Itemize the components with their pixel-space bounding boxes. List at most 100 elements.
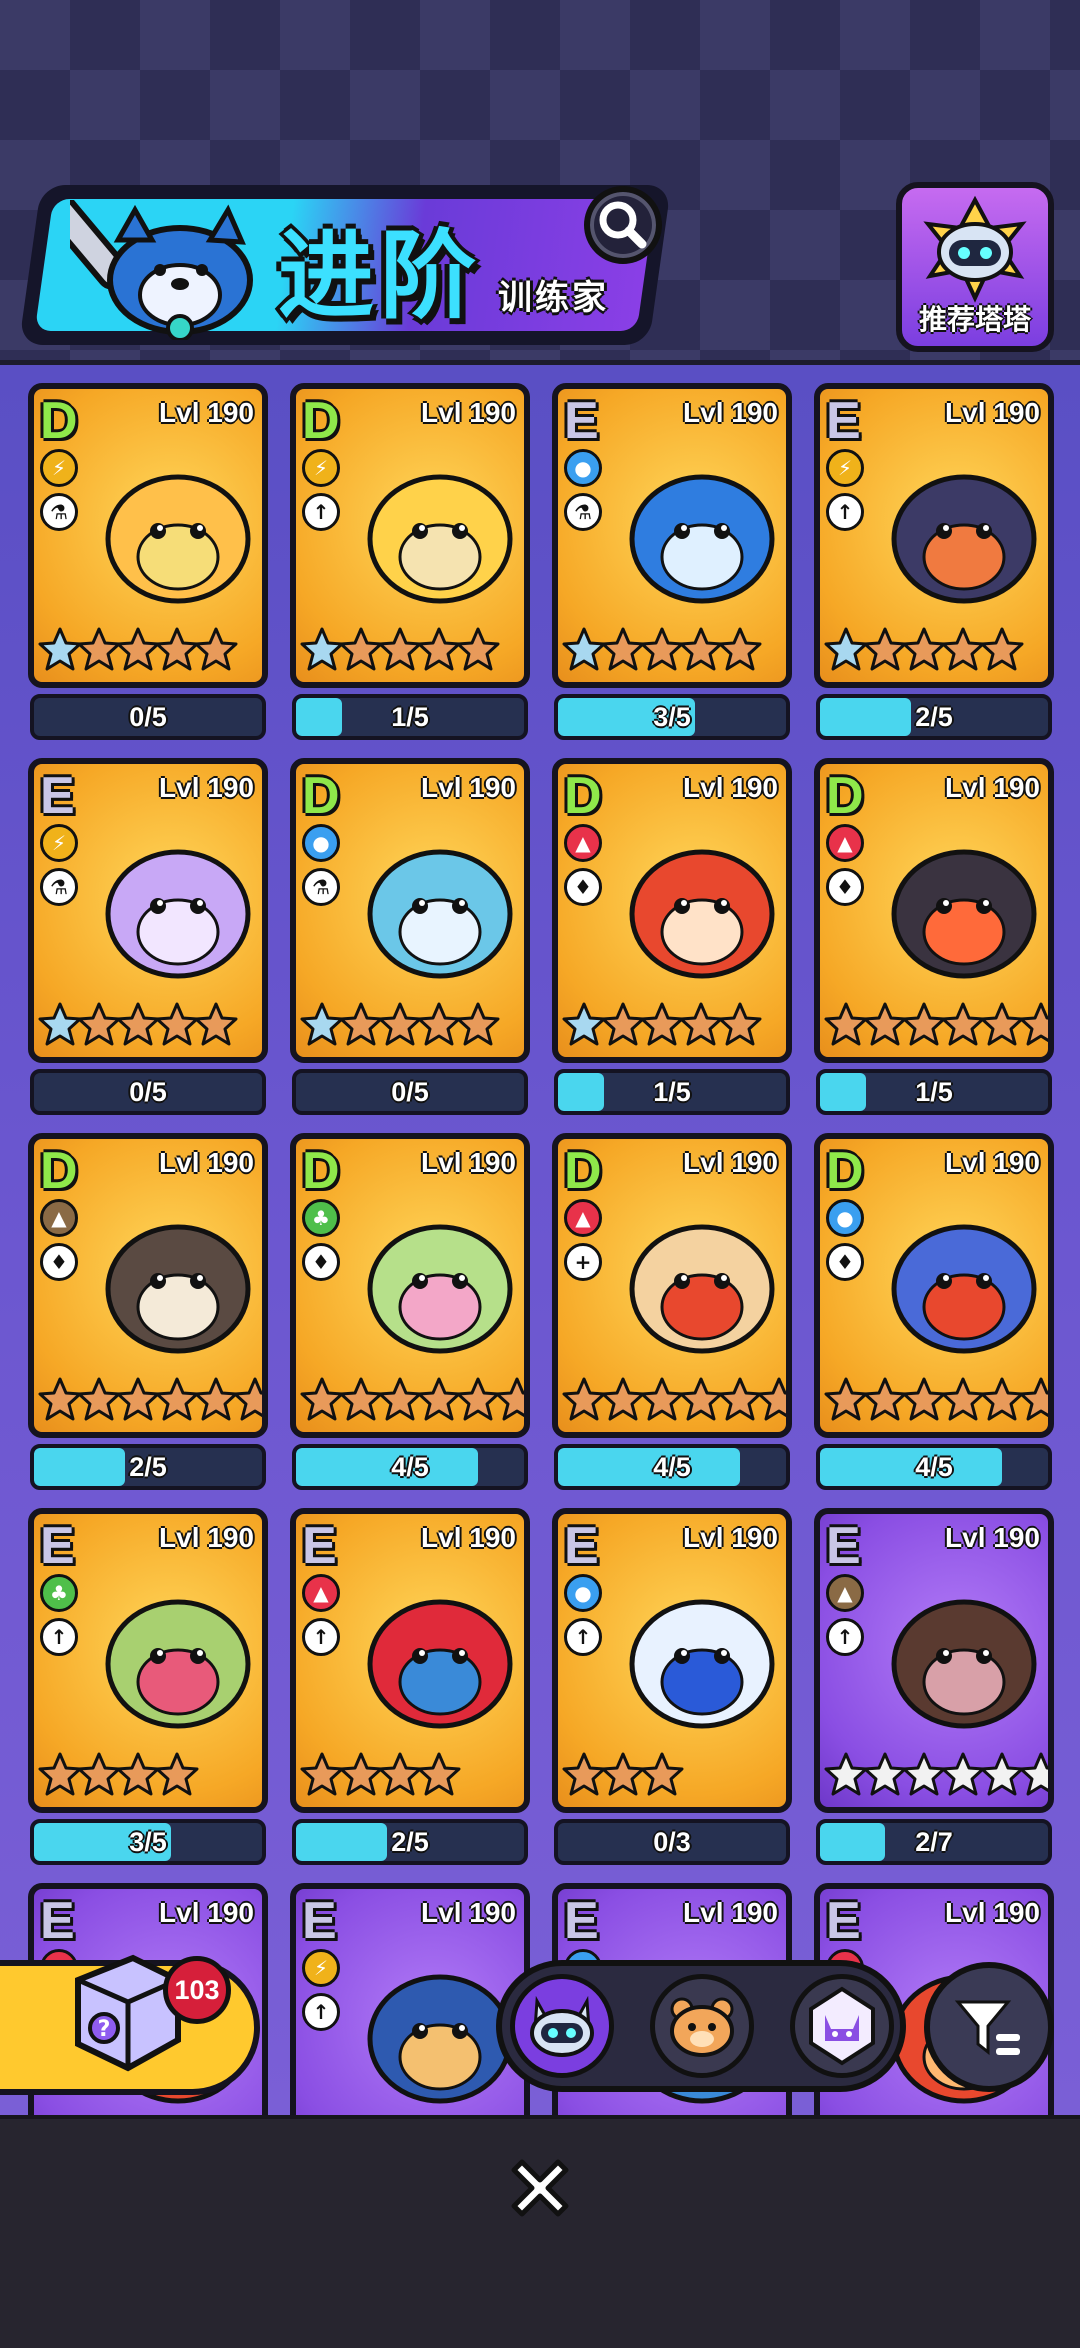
- star-rating: [300, 1745, 461, 1805]
- card-level: Lvl 190: [683, 1147, 778, 1178]
- bear-face-icon: [670, 1997, 734, 2057]
- creature-portrait-icon: [891, 849, 1037, 979]
- card-grade: E: [302, 1517, 337, 1575]
- progress-bar: 1/5: [292, 694, 528, 740]
- creature-card[interactable]: D Lvl 190 ● ⚗: [290, 758, 530, 1063]
- lightning-element-icon: ⚡: [40, 824, 78, 862]
- flask-role-icon: ⚗: [564, 493, 602, 531]
- runner-role-icon: ↑: [302, 1993, 340, 2031]
- search-button[interactable]: [584, 186, 662, 264]
- creature-portrait-icon: [891, 474, 1037, 604]
- fire-element-icon: ▲: [564, 1199, 602, 1237]
- star-rating: [300, 1370, 524, 1430]
- tab-robot-cat[interactable]: [510, 1974, 614, 2078]
- creature-card[interactable]: D Lvl 190 ♣ ♦: [290, 1133, 530, 1438]
- progress-label: 2/7: [915, 1827, 953, 1857]
- fire-element-icon: ▲: [826, 824, 864, 862]
- creature-portrait-icon: [367, 849, 513, 979]
- creature-card[interactable]: E Lvl 190 ● ⚗: [552, 383, 792, 688]
- card-grade: D: [564, 1142, 602, 1200]
- mystery-box-icon[interactable]: ?: [58, 1940, 188, 2080]
- water-element-icon: ●: [564, 449, 602, 487]
- svg-text:?: ?: [98, 2017, 111, 2042]
- earth-element-icon: ▲: [826, 1574, 864, 1612]
- page-subtitle: 训练家: [498, 278, 609, 318]
- fire-element-icon: ▲: [302, 1574, 340, 1612]
- progress-label: 2/5: [391, 1827, 429, 1857]
- filter-button[interactable]: [924, 1962, 1054, 2092]
- card-grade: D: [826, 767, 864, 825]
- page-title: 进阶: [278, 220, 482, 332]
- star-rating: [562, 620, 762, 680]
- progress-label: 0/3: [653, 1827, 691, 1857]
- progress-label: 0/5: [129, 702, 167, 732]
- card-grade: D: [40, 392, 78, 450]
- creature-card[interactable]: D Lvl 190 ▲ ♦: [552, 758, 792, 1063]
- card-level: Lvl 190: [159, 1147, 254, 1178]
- card-grade: D: [302, 767, 340, 825]
- progress-bar: 2/5: [30, 1444, 266, 1490]
- card-grade: D: [40, 1142, 78, 1200]
- grass-element-icon: ♣: [40, 1574, 78, 1612]
- progress-bar: 3/5: [30, 1819, 266, 1865]
- close-icon[interactable]: [500, 2148, 580, 2228]
- creature-card[interactable]: E Lvl 190 ▲ ↑: [814, 1508, 1054, 1813]
- progress-bar: 2/5: [816, 694, 1052, 740]
- search-icon: [599, 201, 647, 249]
- card-level: Lvl 190: [421, 1522, 516, 1553]
- card-grade: D: [564, 767, 602, 825]
- card-grade: E: [564, 1892, 599, 1950]
- card-grade: D: [826, 1142, 864, 1200]
- star-rating: [38, 995, 238, 1055]
- card-level: Lvl 190: [421, 772, 516, 803]
- runner-role-icon: ↑: [302, 1618, 340, 1656]
- creature-portrait-icon: [105, 849, 251, 979]
- card-level: Lvl 190: [683, 1522, 778, 1553]
- creature-card[interactable]: E Lvl 190 ▲ ↑: [290, 1508, 530, 1813]
- progress-bar: 0/5: [292, 1069, 528, 1115]
- card-level: Lvl 190: [683, 397, 778, 428]
- creature-portrait-icon: [891, 1599, 1037, 1729]
- progress-bar: 2/7: [816, 1819, 1052, 1865]
- runner-role-icon: ↑: [826, 1618, 864, 1656]
- creature-portrait-icon: [105, 1224, 251, 1354]
- progress-bar: 4/5: [292, 1444, 528, 1490]
- progress-label: 1/5: [391, 702, 429, 732]
- star-rating: [562, 1370, 786, 1430]
- creature-card[interactable]: D Lvl 190 ▲ +: [552, 1133, 792, 1438]
- creature-card[interactable]: D Lvl 190 ⚡ ↑: [290, 383, 530, 688]
- creature-card[interactable]: D Lvl 190 ● ♦: [814, 1133, 1054, 1438]
- tab-crystal-cat[interactable]: [790, 1974, 894, 2078]
- tab-bear[interactable]: [650, 1974, 754, 2078]
- progress-label: 2/5: [915, 702, 953, 732]
- creature-portrait-icon: [629, 849, 775, 979]
- progress-bar: 1/5: [554, 1069, 790, 1115]
- bell-role-icon: ♦: [40, 1243, 78, 1281]
- creature-portrait-icon: [629, 1599, 775, 1729]
- card-level: Lvl 190: [945, 1147, 1040, 1178]
- creature-portrait-icon: [105, 474, 251, 604]
- lightning-element-icon: ⚡: [302, 449, 340, 487]
- card-grade: E: [564, 392, 599, 450]
- progress-bar: 3/5: [554, 694, 790, 740]
- card-grade: D: [302, 1142, 340, 1200]
- star-rating: [824, 995, 1048, 1055]
- card-grade: E: [302, 1892, 337, 1950]
- creature-card[interactable]: E Lvl 190 ● ↑: [552, 1508, 792, 1813]
- creature-card[interactable]: E Lvl 190 ♣ ↑: [28, 1508, 268, 1813]
- recommend-button[interactable]: 推荐塔塔: [896, 182, 1054, 352]
- card-grade: D: [302, 392, 340, 450]
- creature-card[interactable]: D Lvl 190 ▲ ♦: [814, 758, 1054, 1063]
- progress-bar: 4/5: [554, 1444, 790, 1490]
- mascot-icon: [70, 200, 253, 340]
- earth-element-icon: ▲: [40, 1199, 78, 1237]
- star-rating: [38, 1370, 262, 1430]
- creature-card[interactable]: D Lvl 190 ⚡ ⚗: [28, 383, 268, 688]
- star-rating: [824, 620, 1024, 680]
- card-grade: E: [826, 1517, 861, 1575]
- card-grade: E: [564, 1517, 599, 1575]
- creature-card[interactable]: D Lvl 190 ▲ ♦: [28, 1133, 268, 1438]
- creature-card[interactable]: E Lvl 190 ⚡ ⚗: [28, 758, 268, 1063]
- runner-role-icon: ↑: [564, 1618, 602, 1656]
- creature-card[interactable]: E Lvl 190 ⚡ ↑: [814, 383, 1054, 688]
